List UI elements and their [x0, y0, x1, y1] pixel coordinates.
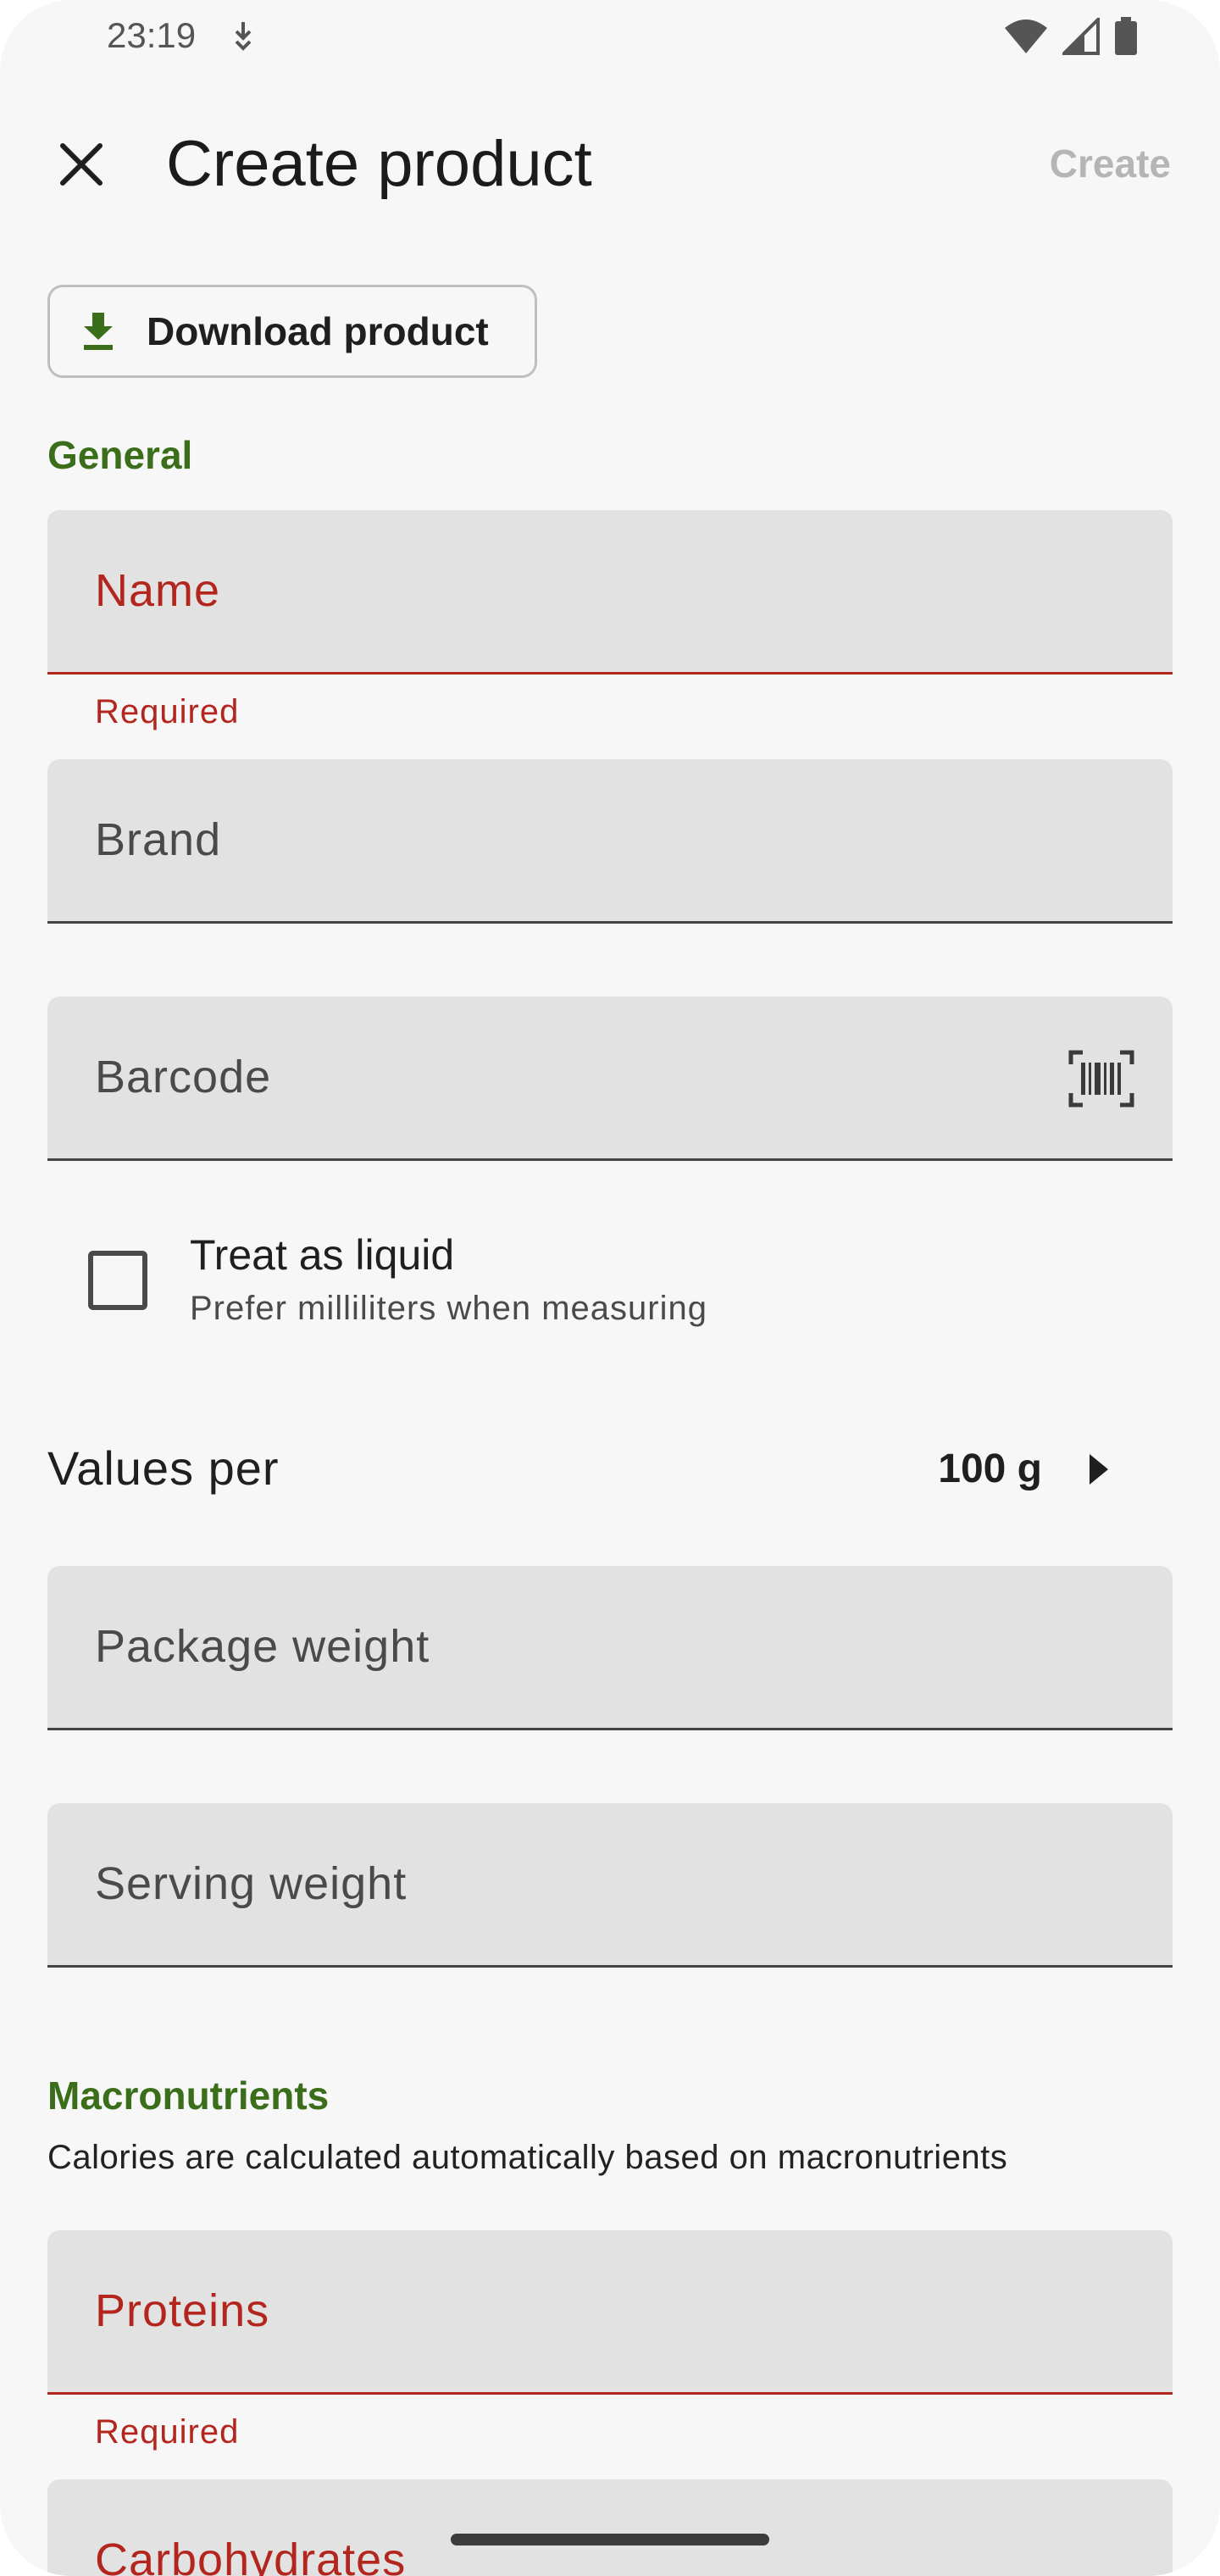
proteins-field[interactable]: Proteins: [47, 2230, 1173, 2395]
section-macronutrients-title: Macronutrients: [47, 2074, 330, 2118]
brand-placeholder: Brand: [95, 814, 222, 865]
barcode-scan-icon[interactable]: [1068, 1049, 1135, 1108]
barcode-placeholder: Barcode: [95, 1052, 272, 1102]
carbohydrates-placeholder: Carbohydrates: [95, 2534, 407, 2576]
treat-as-liquid-subtitle: Prefer milliliters when measuring: [190, 1290, 707, 1327]
screen: 23:19 Create product Create Download pro…: [0, 0, 1220, 2576]
treat-as-liquid-label: Treat as liquid: [190, 1231, 455, 1279]
macronutrients-hint: Calories are calculated automatically ba…: [47, 2139, 1008, 2176]
signal-icon: [1062, 18, 1100, 55]
proteins-error-text: Required: [95, 2413, 240, 2451]
package-weight-placeholder: Package weight: [95, 1621, 430, 1672]
status-icons: [1003, 15, 1139, 58]
proteins-placeholder: Proteins: [95, 2285, 270, 2336]
brand-field[interactable]: Brand: [47, 759, 1173, 924]
status-time: 23:19: [107, 15, 197, 55]
wifi-icon: [1005, 19, 1047, 53]
barcode-field[interactable]: Barcode: [47, 997, 1173, 1161]
serving-weight-placeholder: Serving weight: [95, 1858, 408, 1909]
treat-as-liquid-checkbox[interactable]: [88, 1251, 147, 1310]
download-status-icon: [235, 22, 252, 51]
download-product-label: Download product: [147, 309, 489, 353]
battery-icon: [1115, 17, 1137, 55]
name-placeholder: Name: [95, 565, 221, 616]
name-error-text: Required: [95, 693, 240, 730]
create-button[interactable]: Create: [1050, 141, 1171, 186]
close-icon: [60, 143, 103, 186]
arrow-right-icon[interactable]: [1081, 1451, 1115, 1488]
serving-weight-field[interactable]: Serving weight: [47, 1803, 1173, 1968]
package-weight-field[interactable]: Package weight: [47, 1566, 1173, 1730]
close-button[interactable]: [49, 132, 114, 197]
page-title: Create product: [166, 128, 592, 200]
values-per-value[interactable]: 100 g: [938, 1446, 1042, 1492]
values-per-label: Values per: [47, 1441, 280, 1495]
carbohydrates-field[interactable]: Carbohydrates: [47, 2479, 1173, 2576]
home-gesture-bar[interactable]: [451, 2534, 769, 2545]
download-product-button[interactable]: Download product: [47, 285, 537, 378]
section-general-title: General: [47, 433, 193, 477]
download-icon: [84, 313, 113, 350]
name-field[interactable]: Name: [47, 510, 1173, 675]
